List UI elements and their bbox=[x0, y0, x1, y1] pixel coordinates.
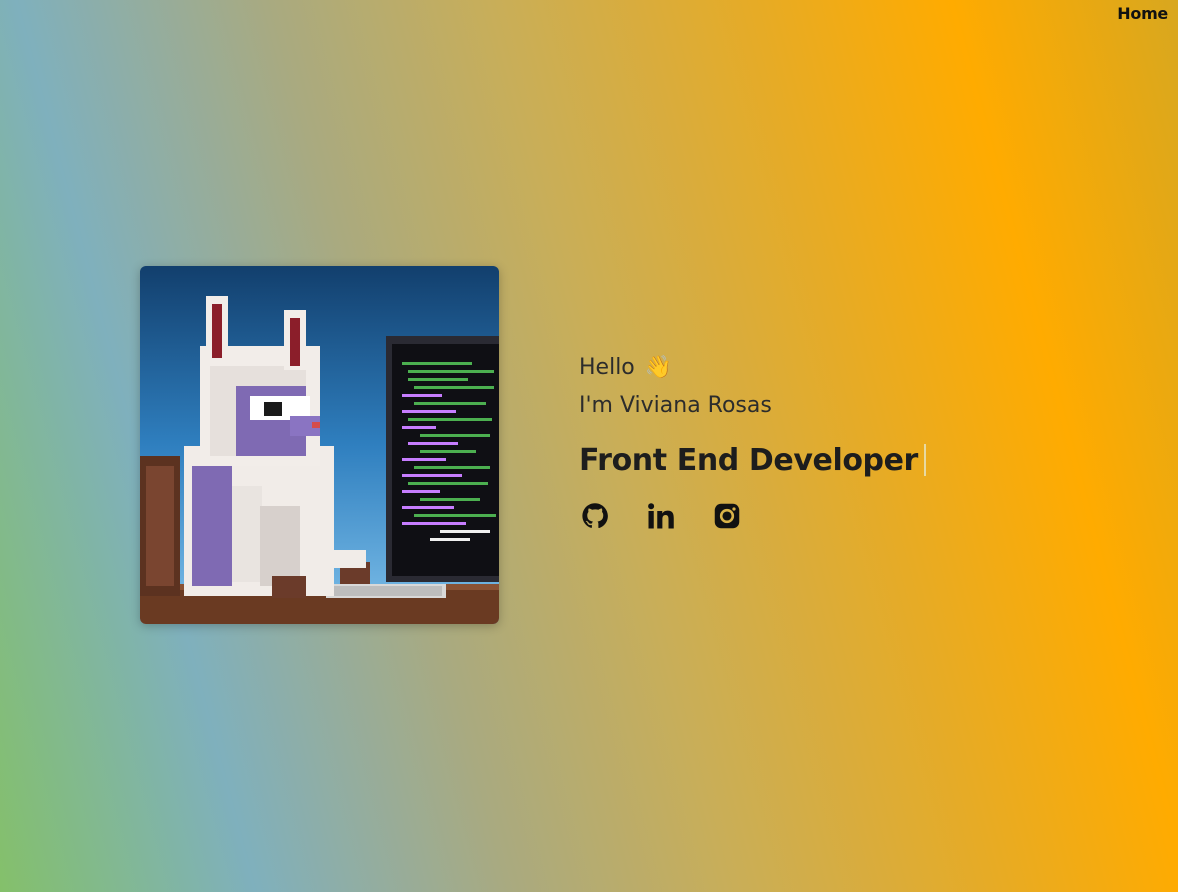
instagram-link[interactable] bbox=[711, 502, 743, 534]
role-title: Front End Developer bbox=[579, 440, 1139, 480]
top-nav: Home bbox=[1117, 0, 1168, 26]
github-icon bbox=[580, 501, 610, 535]
social-links bbox=[579, 502, 1139, 534]
profile-illustration bbox=[140, 266, 499, 624]
instagram-icon bbox=[713, 502, 741, 534]
nav-home-link[interactable]: Home bbox=[1117, 4, 1168, 23]
linkedin-link[interactable] bbox=[645, 502, 677, 534]
linkedin-icon bbox=[646, 501, 676, 535]
greeting-text: Hello bbox=[579, 355, 635, 380]
role-text: Front End Developer bbox=[579, 442, 918, 478]
typing-cursor bbox=[923, 444, 926, 476]
intro-section: Hello 👋 I'm Viviana Rosas Front End Deve… bbox=[579, 350, 1139, 534]
greeting: Hello 👋 bbox=[579, 350, 1139, 386]
github-link[interactable] bbox=[579, 502, 611, 534]
name-line: I'm Viviana Rosas bbox=[579, 393, 772, 418]
waving-hand-icon: 👋 bbox=[644, 355, 673, 380]
